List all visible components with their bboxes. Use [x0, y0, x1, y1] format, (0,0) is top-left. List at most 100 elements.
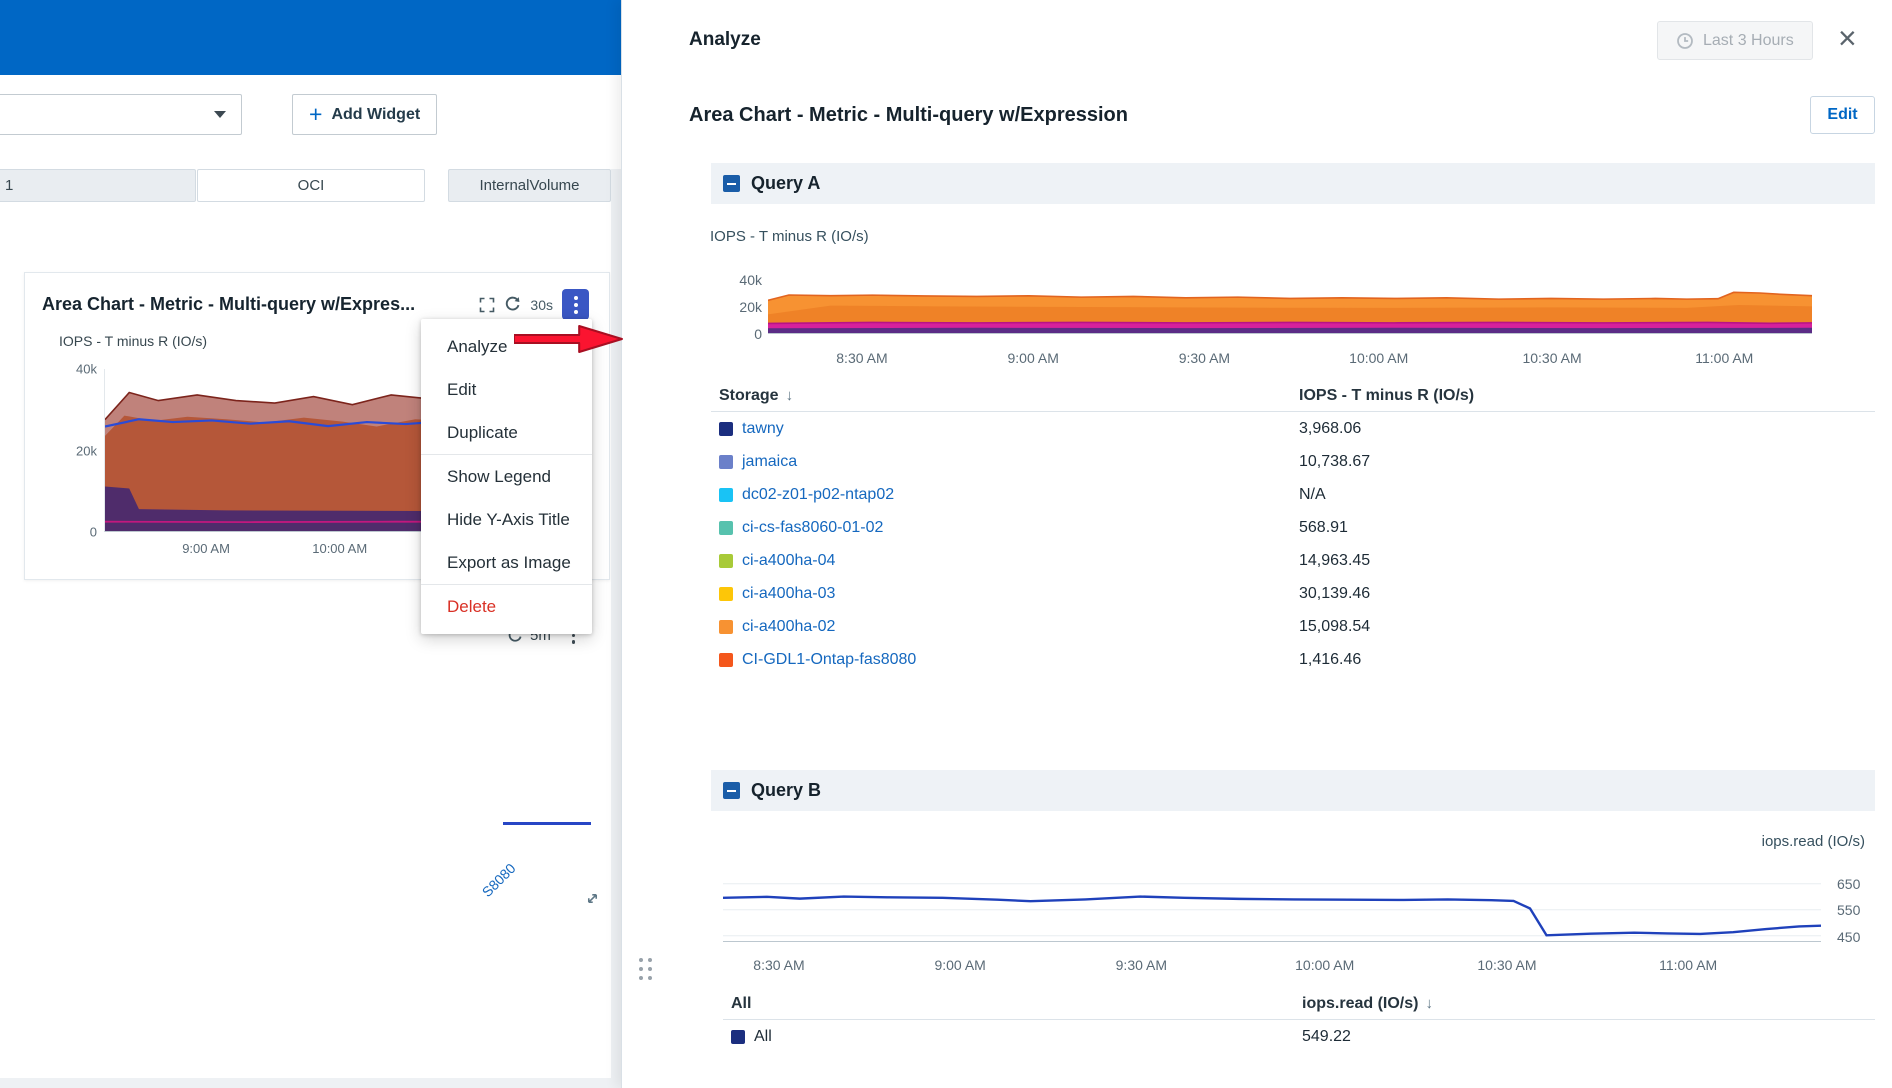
resize-handle-icon[interactable] [584, 890, 601, 907]
legend-color-swatch [719, 488, 733, 502]
column-header-storage[interactable]: Storage [719, 387, 779, 405]
metric-value: 3,968.06 [1299, 420, 1361, 438]
refresh-interval-label: 30s [530, 297, 553, 313]
clock-icon [1676, 32, 1694, 50]
table-row: dc02-z01-p02-ntap02 N/A [711, 478, 1875, 511]
x-tick: 9:00 AM [934, 957, 985, 973]
x-tick: 9:30 AM [1179, 350, 1230, 366]
storage-link[interactable]: ci-a400ha-02 [742, 618, 835, 636]
query-a-header[interactable]: Query A [711, 163, 1875, 204]
add-widget-button[interactable]: + Add Widget [292, 94, 437, 135]
query-a-y-axis-labels: 40k 20k 0 [716, 273, 762, 334]
refresh-icon[interactable] [504, 296, 521, 313]
panel-title: Analyze [689, 29, 761, 51]
dashboard-selector[interactable] [0, 94, 242, 135]
sort-desc-icon[interactable]: ↓ [786, 387, 794, 404]
annotation-arrow-icon [514, 323, 624, 355]
menu-item-duplicate[interactable]: Duplicate [421, 411, 592, 454]
focus-icon[interactable] [479, 297, 495, 313]
x-tick: 11:00 AM [1659, 957, 1717, 973]
widget-context-menu: Analyze Edit Duplicate Show Legend Hide … [421, 319, 592, 634]
collapse-icon [723, 175, 740, 192]
horizontal-scrollbar-track[interactable] [0, 1078, 621, 1088]
legend-color-swatch [731, 1030, 745, 1044]
vertical-scrollbar-track[interactable] [611, 169, 621, 1080]
panel-drag-handle[interactable] [639, 958, 652, 980]
app-header-bar [0, 0, 621, 75]
time-range-button[interactable]: Last 3 Hours [1657, 21, 1813, 60]
table-row: ci-a400ha-03 30,139.46 [711, 577, 1875, 610]
x-tick: 8:30 AM [836, 350, 887, 366]
table-row: ci-cs-fas8060-01-02 568.91 [711, 511, 1875, 544]
x-tick: 9:00 AM [182, 541, 230, 556]
y-tick: 40k [76, 362, 97, 377]
column-header-metric[interactable]: IOPS - T minus R (IO/s) [1299, 387, 1474, 405]
table-row: CI-GDL1-Ontap-fas8080 1,416.46 [711, 643, 1875, 676]
menu-item-export-as-image[interactable]: Export as Image [421, 541, 592, 584]
query-a-x-axis-labels: 8:30 AM 9:00 AM 9:30 AM 10:00 AM 10:30 A… [768, 350, 1812, 368]
analyze-panel: Analyze Last 3 Hours × Area Chart - Metr… [621, 0, 1892, 1088]
y-tick: 650 [1837, 876, 1860, 892]
x-tick: 10:00 AM [1349, 350, 1408, 366]
dashboard-pane: + Add Widget 1 OCI InternalVolume Area C… [0, 0, 621, 1088]
chevron-down-icon [214, 111, 226, 118]
table-header: All iops.read (IO/s) ↓ [723, 988, 1875, 1020]
metric-value: 549.22 [1302, 1028, 1351, 1046]
storage-link[interactable]: ci-a400ha-03 [742, 585, 835, 603]
filter-chip-oci[interactable]: OCI [197, 169, 425, 202]
metric-value: 568.91 [1299, 519, 1348, 537]
legend-color-swatch [719, 653, 733, 667]
menu-item-show-legend[interactable]: Show Legend [421, 455, 592, 498]
y-tick: 550 [1837, 902, 1860, 918]
sort-desc-icon[interactable]: ↓ [1425, 995, 1433, 1012]
metric-value: 15,098.54 [1299, 618, 1370, 636]
x-tick: 10:00 AM [312, 541, 367, 556]
x-tick: 11:00 AM [1695, 350, 1753, 366]
table-row: ci-a400ha-02 15,098.54 [711, 610, 1875, 643]
query-b-axis-title: iops.read (IO/s) [1762, 833, 1865, 850]
series-name: All [754, 1028, 772, 1046]
storage-link[interactable]: ci-a400ha-04 [742, 552, 835, 570]
storage-link[interactable]: ci-cs-fas8060-01-02 [742, 519, 883, 537]
widget2-chart-line [503, 822, 591, 825]
x-tick: 9:30 AM [1116, 957, 1167, 973]
metric-value: 10,738.67 [1299, 453, 1370, 471]
storage-link[interactable]: dc02-z01-p02-ntap02 [742, 486, 894, 504]
query-b-chart [723, 876, 1821, 942]
widget-controls: 30s [479, 289, 589, 320]
widget-menu-button[interactable] [562, 289, 589, 320]
filter-chip-internalvolume[interactable]: InternalVolume [448, 169, 611, 202]
table-row: jamaica 10,738.67 [711, 445, 1875, 478]
screen: + Add Widget 1 OCI InternalVolume Area C… [0, 0, 1892, 1088]
kebab-dot [574, 303, 578, 307]
close-icon[interactable]: × [1838, 22, 1857, 54]
collapse-icon [723, 782, 740, 799]
menu-item-hide-y-axis-title[interactable]: Hide Y-Axis Title [421, 498, 592, 541]
storage-link[interactable]: tawny [742, 420, 784, 438]
metric-value: 30,139.46 [1299, 585, 1370, 603]
query-b-header[interactable]: Query B [711, 770, 1875, 811]
column-header-metric[interactable]: iops.read (IO/s) [1302, 995, 1418, 1013]
legend-color-swatch [719, 587, 733, 601]
edit-button[interactable]: Edit [1810, 96, 1875, 134]
x-tick: 10:00 AM [1295, 957, 1354, 973]
add-widget-label: Add Widget [331, 106, 420, 124]
query-a-table: Storage ↓ IOPS - T minus R (IO/s) tawny … [711, 380, 1875, 676]
query-b-table: All iops.read (IO/s) ↓ All 549.22 [723, 988, 1875, 1054]
column-header-all[interactable]: All [731, 995, 751, 1013]
legend-color-swatch [719, 521, 733, 535]
y-tick: 0 [90, 525, 97, 540]
legend-color-swatch [719, 554, 733, 568]
query-b-y-axis-labels: 650 550 450 [1837, 876, 1877, 942]
query-a-axis-title: IOPS - T minus R (IO/s) [710, 228, 869, 245]
menu-item-delete[interactable]: Delete [421, 585, 592, 628]
storage-link[interactable]: CI-GDL1-Ontap-fas8080 [742, 651, 916, 669]
query-a-chart [768, 273, 1812, 334]
y-tick: 450 [1837, 929, 1860, 945]
menu-item-edit[interactable]: Edit [421, 368, 592, 411]
kebab-dot [574, 310, 578, 314]
storage-link[interactable]: jamaica [742, 453, 797, 471]
metric-value: 14,963.45 [1299, 552, 1370, 570]
table-header: Storage ↓ IOPS - T minus R (IO/s) [711, 380, 1875, 412]
filter-chip-truncated[interactable]: 1 [0, 169, 196, 202]
